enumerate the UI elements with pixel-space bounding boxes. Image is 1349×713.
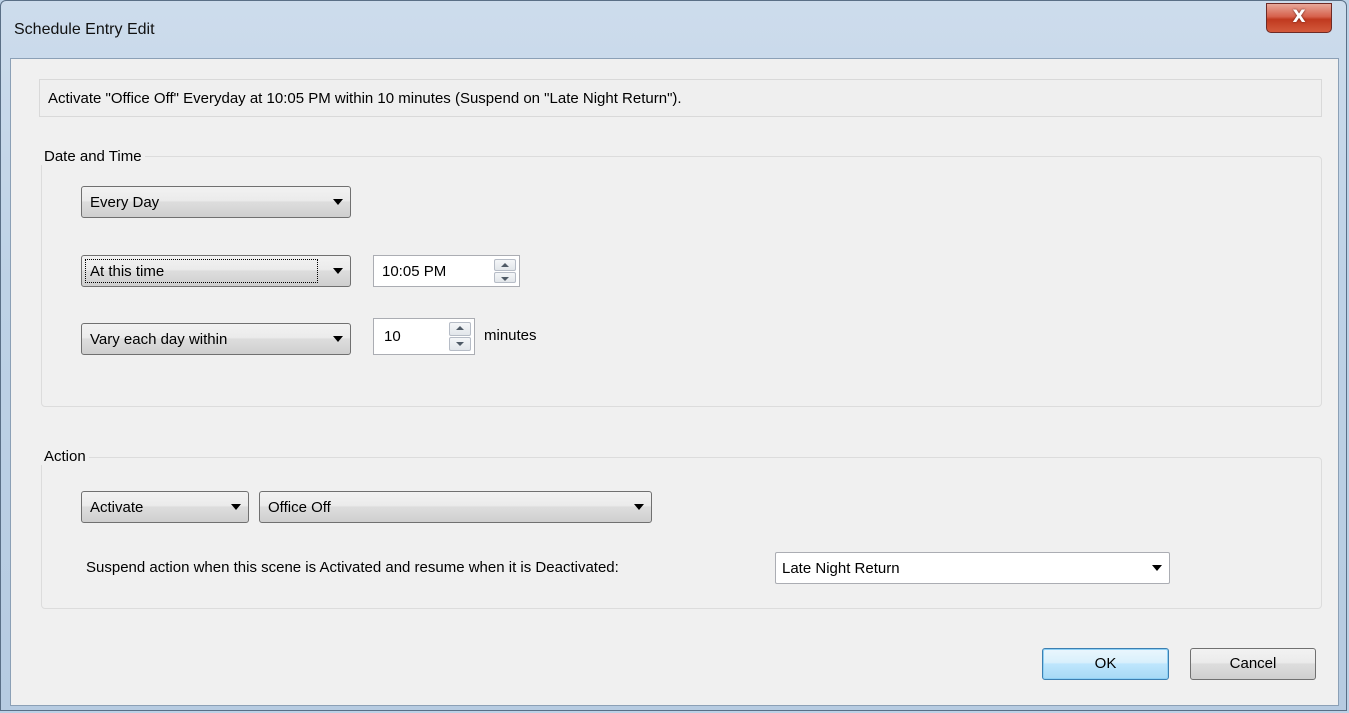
chevron-down-icon <box>1152 565 1162 571</box>
frequency-dropdown[interactable]: Every Day <box>81 186 351 218</box>
window-title: Schedule Entry Edit <box>14 21 155 38</box>
action-group-label: Action <box>41 448 89 465</box>
spin-down-icon[interactable] <box>494 271 516 283</box>
spin-down-icon[interactable] <box>449 337 471 351</box>
dialog-client-area: Activate "Office Off" Everyday at 10:05 … <box>10 58 1339 706</box>
schedule-summary: Activate "Office Off" Everyday at 10:05 … <box>39 79 1322 117</box>
variation-minutes-value: 10 <box>384 328 401 345</box>
time-mode-value: At this time <box>90 263 165 280</box>
action-type-value: Activate <box>90 499 144 516</box>
time-spinner <box>494 259 516 283</box>
summary-text: Activate "Office Off" Everyday at 10:05 … <box>48 90 682 107</box>
spin-up-icon[interactable] <box>449 322 471 336</box>
suspend-scene-value: Late Night Return <box>782 560 900 577</box>
chevron-down-icon <box>333 268 343 274</box>
action-group <box>41 457 1322 609</box>
action-type-dropdown[interactable]: Activate <box>81 491 249 523</box>
ok-button[interactable]: OK <box>1042 648 1169 680</box>
suspend-label: Suspend action when this scene is Activa… <box>86 559 619 576</box>
time-picker[interactable]: 10:05 PM <box>373 255 520 287</box>
time-mode-dropdown[interactable]: At this time <box>81 255 351 287</box>
time-value: 10:05 PM <box>382 263 447 280</box>
chevron-down-icon <box>333 199 343 205</box>
dialog-window: Schedule Entry Edit X Activate "Office O… <box>0 0 1347 711</box>
frequency-value: Every Day <box>90 194 160 211</box>
close-button[interactable]: X <box>1266 3 1332 33</box>
variation-mode-value: Vary each day within <box>90 331 228 348</box>
chevron-down-icon <box>634 504 644 510</box>
date-time-group-label: Date and Time <box>41 148 145 165</box>
cancel-button[interactable]: Cancel <box>1190 648 1316 680</box>
close-icon: X <box>1292 7 1306 27</box>
minutes-unit-label: minutes <box>484 327 537 344</box>
variation-minutes-stepper[interactable]: 10 <box>373 318 475 355</box>
title-bar[interactable]: Schedule Entry Edit X <box>1 1 1346 59</box>
spin-up-icon[interactable] <box>494 259 516 271</box>
scene-value: Office Off <box>268 499 331 516</box>
minutes-spinner <box>449 322 471 351</box>
scene-dropdown[interactable]: Office Off <box>259 491 652 523</box>
chevron-down-icon <box>333 336 343 342</box>
variation-mode-dropdown[interactable]: Vary each day within <box>81 323 351 355</box>
suspend-scene-dropdown[interactable]: Late Night Return <box>775 552 1170 584</box>
chevron-down-icon <box>231 504 241 510</box>
